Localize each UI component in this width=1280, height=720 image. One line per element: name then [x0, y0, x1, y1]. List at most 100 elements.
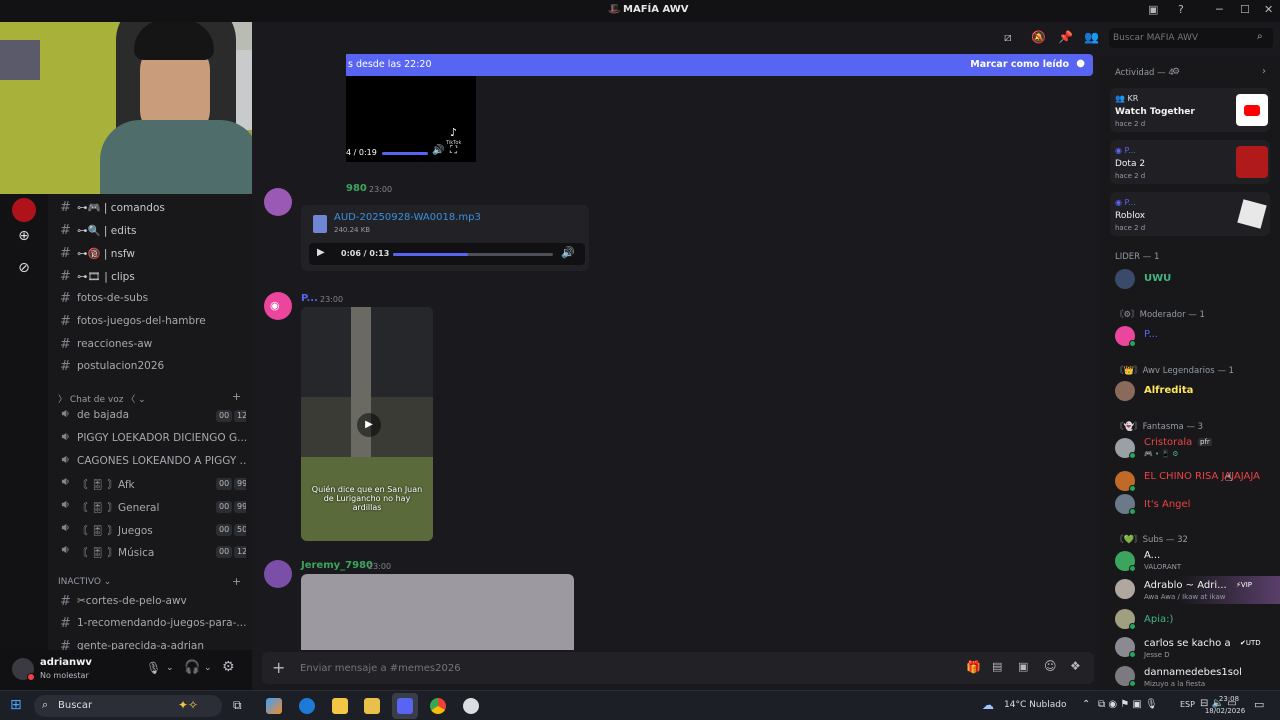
obs-icon[interactable] — [463, 698, 479, 714]
weather-text[interactable]: 14°C Nublado — [1004, 700, 1066, 710]
avatar[interactable] — [1115, 269, 1135, 289]
channel-item[interactable]: # fotos-de-subs — [56, 288, 246, 310]
voice-channel[interactable]: 〘 🎚 〙Afk 00 99 — [56, 473, 246, 495]
channel-item[interactable]: # ✂cortes-de-pelo-awv — [56, 591, 246, 613]
close-button[interactable]: ✕ — [1264, 3, 1273, 16]
channel-item[interactable]: #1-recomendando-juegos-para-... — [56, 613, 246, 635]
voice-channel[interactable]: 〘 🎚 〙Música 00 12 — [56, 541, 246, 563]
play-icon[interactable]: ▶ — [317, 247, 325, 258]
member-name[interactable]: Adrablo ~ Adri... — [1144, 580, 1230, 591]
avatar[interactable] — [1115, 579, 1135, 599]
mark-read-button[interactable]: Marcar como leído — [970, 59, 1069, 70]
volume-icon[interactable]: 🔊 — [561, 246, 575, 259]
tray-icons[interactable]: ⧉ ◉ ⚑ ▣ 🎙 — [1098, 699, 1158, 710]
message-input[interactable] — [300, 658, 900, 678]
inbox-icon[interactable]: ▣ — [1148, 3, 1158, 16]
copilot-icon[interactable] — [266, 698, 282, 714]
image-attachment[interactable] — [301, 574, 574, 650]
channel-item[interactable]: # ⊶🔞 | nsfw — [56, 243, 246, 265]
fullscreen-icon[interactable]: ⛶ — [450, 145, 457, 156]
minimize-button[interactable]: ─ — [1216, 3, 1223, 16]
new-messages-banner[interactable]: s desde las 22:20 Marcar como leído ● — [346, 54, 1093, 76]
channel-item[interactable]: # postulacion2026 — [56, 356, 246, 378]
activity-card[interactable]: 👥 KR Watch Together hace 2 d — [1110, 88, 1270, 132]
chrome-icon[interactable] — [430, 698, 446, 714]
threads-icon[interactable]: ⧄ — [1004, 30, 1012, 45]
file-explorer-icon[interactable] — [332, 698, 348, 714]
audio-progress-track[interactable] — [393, 253, 553, 256]
voice-channel[interactable]: 〘 🎚 〙Juegos 00 50 — [56, 519, 246, 541]
server-icon-active[interactable] — [12, 198, 36, 222]
voice-channel[interactable]: de bajada 00 12 — [56, 405, 246, 427]
message-author[interactable]: P... — [301, 293, 318, 304]
message-author[interactable]: 980 — [346, 183, 367, 194]
discord-icon[interactable] — [397, 698, 413, 714]
member-name[interactable]: A... — [1144, 550, 1160, 561]
activity-card[interactable]: ◉ P... Roblox hace 2 d — [1110, 192, 1270, 236]
chevron-right-icon[interactable]: › — [1262, 66, 1266, 77]
avatar[interactable] — [1115, 381, 1135, 401]
add-server-icon[interactable]: ⊕ — [12, 224, 36, 248]
add-attachment-icon[interactable]: + — [272, 658, 285, 677]
member-name[interactable]: Cristorala — [1144, 437, 1192, 448]
gif-icon[interactable]: ▤ — [992, 660, 1002, 673]
members-icon[interactable]: 👥 — [1084, 30, 1099, 44]
taskbar-search[interactable]: ⌕ Buscar ✦✧ — [34, 695, 222, 717]
store-icon[interactable] — [364, 698, 380, 714]
gift-icon[interactable]: 🎁 — [966, 660, 981, 674]
clock-time[interactable]: 23:08 — [1211, 695, 1247, 703]
apps-icon[interactable]: ❖ — [1070, 659, 1081, 673]
channel-item[interactable]: # ⊶🔍 | edits — [56, 220, 246, 242]
message-author[interactable]: Jeremy_7980 — [301, 560, 373, 571]
activity-card[interactable]: ◉ P... Dota 2 hace 2 d — [1110, 140, 1270, 184]
member-name[interactable]: carlos se kacho a ... — [1144, 638, 1230, 649]
notifications-icon[interactable]: 🔕 — [1031, 30, 1046, 44]
search-input[interactable] — [1113, 30, 1251, 46]
language-indicator[interactable]: ESP — [1180, 700, 1195, 709]
category-voice[interactable]: 〉 Chat de voz 〈 ⌄ — [58, 392, 146, 405]
video-progress[interactable] — [382, 152, 428, 155]
channel-item[interactable]: # gente-parecida-a-adrian — [56, 636, 246, 650]
member-name[interactable]: Alfredita — [1144, 385, 1193, 396]
voice-channel[interactable]: PIGGY LOEKADOR DICIENGO G... — [56, 428, 246, 450]
avatar[interactable] — [264, 560, 292, 588]
play-icon[interactable]: ▶ — [357, 413, 381, 437]
member-name[interactable]: EL CHINO RISA JAJAJAJA — [1144, 471, 1274, 482]
chevron-up-icon[interactable]: ⌃ — [1082, 699, 1090, 710]
member-name[interactable]: dannamedebes1sol — [1144, 667, 1242, 678]
category-inactive[interactable]: INACTIVO ⌄ — [58, 577, 111, 587]
chevron-down-icon[interactable]: ⌄ — [166, 663, 174, 673]
channel-item[interactable]: # ⊶🎞 | clips — [56, 266, 246, 288]
channel-item[interactable]: # fotos-juegos-del-hambre — [56, 311, 246, 333]
volume-icon[interactable]: 🔊 — [432, 145, 444, 156]
windows-start-icon[interactable]: ⊞ — [10, 697, 22, 713]
sticker-icon[interactable]: ▣ — [1018, 660, 1028, 673]
gear-icon[interactable]: ⚙ — [222, 659, 235, 675]
notification-icon[interactable]: ▭ — [1254, 698, 1264, 711]
search-icon[interactable]: ⌕ — [1257, 31, 1263, 42]
member-name[interactable]: UWU — [1144, 273, 1171, 284]
video-attachment[interactable]: ▶ Quién dice que en San Juan de Luriganc… — [301, 307, 433, 541]
member-name[interactable]: Apia:) — [1144, 614, 1173, 625]
headphones-icon[interactable]: 🎧 — [184, 660, 200, 675]
channel-item[interactable]: # ⊶🎮 | comandos — [56, 197, 246, 219]
avatar[interactable] — [264, 188, 292, 216]
member-name[interactable]: It's Angel — [1144, 499, 1190, 510]
video-player[interactable]: 4 / 0:19 🔊 ⛶ ♪ TikTok — [346, 76, 476, 162]
maximize-button[interactable]: ☐ — [1240, 3, 1250, 16]
task-view-icon[interactable]: ⧉ — [233, 698, 242, 713]
member-name[interactable]: P... — [1144, 329, 1158, 340]
voice-channel[interactable]: CAGONES LOKEANDO A PIGGY ... — [56, 451, 246, 473]
clock-date[interactable]: 18/02/2026 — [1202, 707, 1248, 715]
edge-icon[interactable] — [299, 698, 315, 714]
emoji-icon[interactable]: ☺ — [1044, 659, 1057, 673]
add-channel-icon[interactable]: + — [232, 575, 241, 588]
channel-item[interactable]: # reacciones-aw — [56, 334, 246, 356]
file-name-link[interactable]: AUD-20250928-WA0018.mp3 — [334, 212, 481, 223]
gear-icon[interactable]: ⚙ — [1172, 67, 1180, 77]
microphone-icon[interactable]: 🎙 — [146, 661, 161, 675]
pin-icon[interactable]: 📌 — [1058, 30, 1073, 44]
voice-channel[interactable]: 〘 🎚 〙General 00 99 — [56, 496, 246, 518]
chevron-down-icon[interactable]: ⌄ — [204, 663, 212, 673]
help-icon[interactable]: ? — [1178, 3, 1184, 16]
